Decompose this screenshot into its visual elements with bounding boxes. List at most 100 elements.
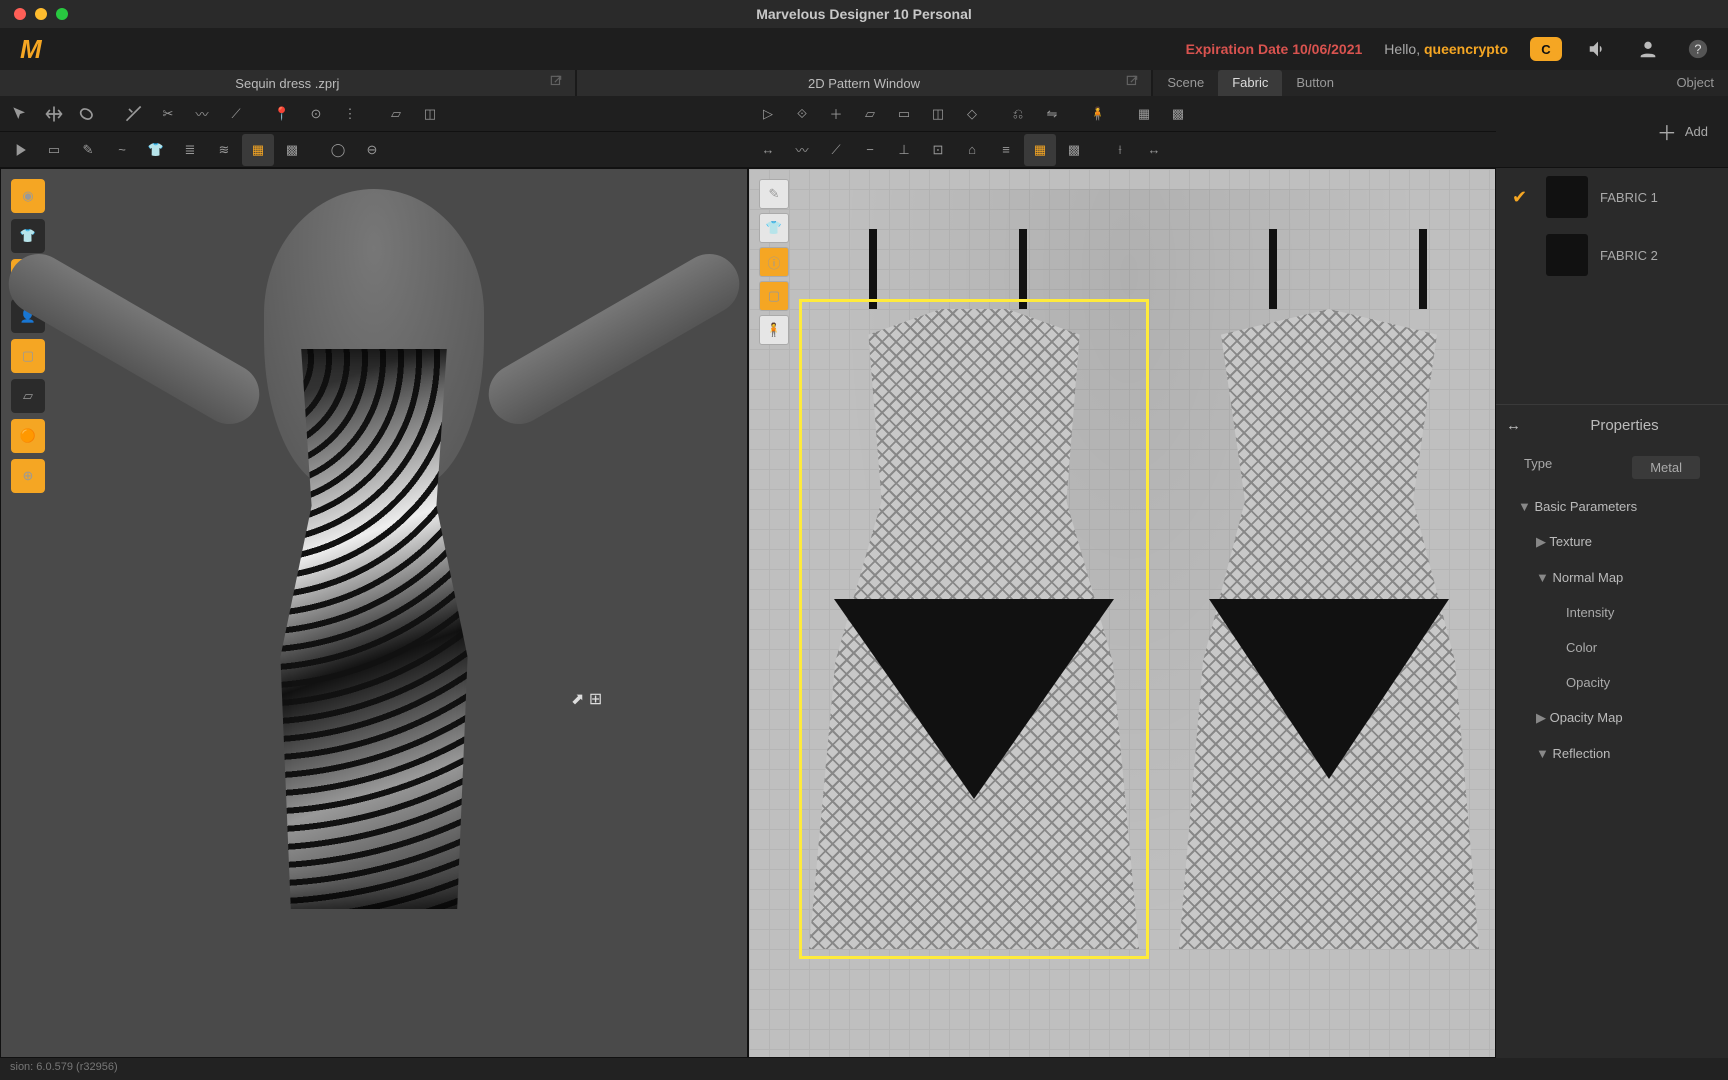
traffic-lights	[0, 8, 68, 20]
mesh-brush-icon[interactable]: ✎	[72, 134, 104, 166]
popout-icon[interactable]	[549, 74, 563, 91]
viewport-2d-title: 2D Pattern Window	[808, 76, 920, 91]
fabric-swatch[interactable]	[1546, 234, 1588, 276]
grid2-tool-icon[interactable]: ▩	[1162, 98, 1194, 130]
user-icon[interactable]	[1634, 35, 1662, 63]
surface-display-icon[interactable]: ◉	[11, 179, 45, 213]
fabric-list-item[interactable]: FABRIC 2	[1496, 226, 1728, 284]
iron-icon[interactable]: ⌂	[956, 134, 988, 166]
minimize-window-button[interactable]	[35, 8, 47, 20]
dart-tool-icon[interactable]: ◇	[956, 98, 988, 130]
lasso-tool-icon[interactable]	[72, 98, 104, 130]
viewport-3d-tab[interactable]: Sequin dress .zprj	[0, 70, 577, 96]
internal-line-2d-icon[interactable]: −	[854, 134, 886, 166]
button-tool-icon[interactable]: ◯	[322, 134, 354, 166]
viewport-2d-tab[interactable]: 2D Pattern Window	[577, 70, 1154, 96]
steam-tool-icon[interactable]: ≋	[208, 134, 240, 166]
viewport-2d[interactable]: ✎ 👕 ⓘ ▢ 🧍	[748, 168, 1496, 1058]
smooth-brush-icon[interactable]: ~	[106, 134, 138, 166]
segment-sewing-icon[interactable]: ✂	[152, 98, 184, 130]
basting-tool-icon[interactable]: ⋮	[334, 98, 366, 130]
sewing-edit-icon[interactable]: ⟋	[220, 98, 252, 130]
expiration-label: Expiration Date	[1186, 41, 1289, 57]
popout-icon[interactable]	[1125, 74, 1139, 91]
move-tool-icon[interactable]	[38, 98, 70, 130]
garment-info-icon[interactable]: 👕	[759, 213, 789, 243]
polygon-tool-icon[interactable]: ▱	[854, 98, 886, 130]
trace-tool-icon[interactable]: ⎌	[1002, 98, 1034, 130]
zoom-window-button[interactable]	[56, 8, 68, 20]
tab-fabric[interactable]: Fabric	[1218, 70, 1282, 96]
fold-tool-icon[interactable]: ▱	[380, 98, 412, 130]
add-fabric-button[interactable]: Add	[1685, 124, 1708, 139]
segment-sewing-2d-icon[interactable]: ⟋	[820, 134, 852, 166]
grid-tool-icon[interactable]: ▦	[1128, 98, 1160, 130]
simulate-icon[interactable]	[4, 134, 36, 166]
select-tool-icon[interactable]	[4, 98, 36, 130]
expiration-notice: Expiration Date 10/06/2021	[1186, 41, 1363, 57]
rectangle-tool-icon[interactable]: ▭	[888, 98, 920, 130]
show-grid-icon[interactable]: ⊕	[11, 459, 45, 493]
fabric-name: FABRIC 1	[1600, 190, 1658, 205]
buttonhole-tool-icon[interactable]: ⊖	[356, 134, 388, 166]
pin-tool-icon[interactable]: 📍	[266, 98, 298, 130]
strap-pattern[interactable]	[869, 229, 877, 309]
edit-point-icon[interactable]: ⟐	[786, 98, 818, 130]
strap-pattern[interactable]	[1269, 229, 1277, 309]
viewport-3d[interactable]: ◉ 👕 ✦ 👤 ▢ ▱ 🟠 ⊕ ⬈ ⊞	[0, 168, 748, 1058]
garment-tool-icon[interactable]: 👕	[140, 134, 172, 166]
ruler-icon[interactable]: ⟊	[1104, 134, 1136, 166]
garment-display-icon[interactable]: 👕	[11, 219, 45, 253]
help-icon[interactable]: ?	[1684, 35, 1712, 63]
section-basic-parameters[interactable]: Basic Parameters	[1496, 489, 1728, 524]
checker-2d-icon[interactable]: ▩	[1058, 134, 1090, 166]
tab-scene[interactable]: Scene	[1153, 70, 1218, 96]
fabric-swatch[interactable]	[1546, 176, 1588, 218]
properties-header: ↔ Properties	[1496, 404, 1728, 446]
avatar-2d-icon[interactable]: 🧍	[1082, 98, 1114, 130]
tab-button[interactable]: Button	[1282, 70, 1348, 96]
measure-icon[interactable]: ↔	[1138, 134, 1170, 166]
avatar-silhouette-icon[interactable]: 🧍	[759, 315, 789, 345]
tape-icon[interactable]: ≡	[990, 134, 1022, 166]
edit-texture-2d-icon[interactable]: ✎	[759, 179, 789, 209]
select-mesh-icon[interactable]: ▭	[38, 134, 70, 166]
texture-2d-icon[interactable]: ▦	[1024, 134, 1056, 166]
tack-tool-icon[interactable]: ⊙	[300, 98, 332, 130]
status-bar: sion: 6.0.579 (r32956)	[0, 1058, 1728, 1080]
strap-pattern[interactable]	[1419, 229, 1427, 309]
fabric-panel-header: ＋ Add	[1496, 96, 1728, 168]
color-label: Color	[1566, 640, 1597, 655]
tab-object[interactable]: Object	[1662, 70, 1728, 96]
type-dropdown[interactable]: Metal	[1632, 456, 1700, 479]
checker-tool-icon[interactable]: ▩	[276, 134, 308, 166]
edit-sewing-2d-icon[interactable]: 〰	[786, 134, 818, 166]
volume-icon[interactable]	[1584, 35, 1612, 63]
info-icon[interactable]: ⓘ	[759, 247, 789, 277]
free-sewing-icon[interactable]: 〰	[186, 98, 218, 130]
strap-pattern[interactable]	[1019, 229, 1027, 309]
symmetric-tool-icon[interactable]: ⇋	[1036, 98, 1068, 130]
credits-badge[interactable]: C	[1530, 37, 1562, 61]
transform-2d-icon[interactable]: ↔	[752, 134, 784, 166]
fabric-list-item[interactable]: ✔ FABRIC 1	[1496, 168, 1728, 226]
add-point-icon[interactable]: ＋	[820, 98, 852, 130]
section-normal-map[interactable]: Normal Map	[1496, 560, 1728, 595]
check-icon: ✔	[1512, 187, 1534, 208]
edit-pattern-icon[interactable]: ▷	[752, 98, 784, 130]
show-basting-icon[interactable]: ▱	[11, 379, 45, 413]
seam-allow-icon[interactable]: ⊡	[922, 134, 954, 166]
section-opacity-map[interactable]: Opacity Map	[1496, 700, 1728, 736]
section-reflection[interactable]: Reflection	[1496, 736, 1728, 771]
sewing-tool-icon[interactable]	[118, 98, 150, 130]
show-internal-icon[interactable]: ▢	[11, 339, 45, 373]
notch-icon[interactable]: ⊥	[888, 134, 920, 166]
close-window-button[interactable]	[14, 8, 26, 20]
internal-polygon-icon[interactable]: ◫	[922, 98, 954, 130]
fold-arrange-icon[interactable]: ◫	[414, 98, 446, 130]
section-texture[interactable]: Texture	[1496, 524, 1728, 560]
pattern-display-icon[interactable]: ▢	[759, 281, 789, 311]
layer-tool-icon[interactable]: ≣	[174, 134, 206, 166]
show-avatar-skin-icon[interactable]: 🟠	[11, 419, 45, 453]
texture-tool-icon[interactable]: ▦	[242, 134, 274, 166]
